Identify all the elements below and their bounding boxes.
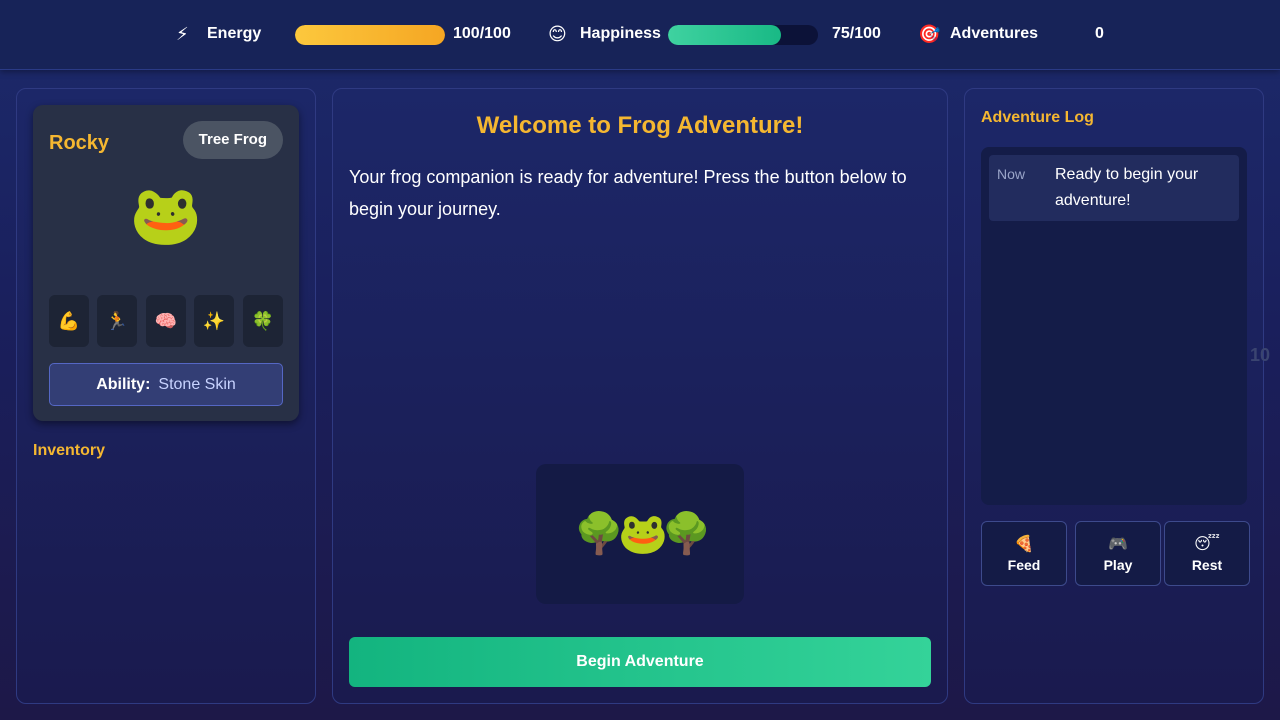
rest-button[interactable]: 😴 Rest: [1164, 521, 1250, 586]
lightning-icon: ⚡: [176, 24, 189, 44]
energy-bar: [295, 25, 445, 45]
strength-icon[interactable]: 💪: [49, 295, 89, 347]
happiness-value: 75/100: [832, 25, 881, 42]
frog-avatar-icon[interactable]: 🐸: [33, 181, 299, 251]
log-entry: Now Ready to begin your adventure!: [989, 155, 1239, 221]
happiness-label: Happiness: [580, 25, 661, 42]
scene-view: 🌳🐸🌳: [536, 464, 744, 604]
ability-box: Ability: Stone Skin: [49, 363, 283, 406]
begin-adventure-button[interactable]: Begin Adventure: [349, 637, 931, 687]
smiley-icon: 😊: [548, 24, 567, 44]
pizza-icon: 🍕: [1014, 536, 1034, 553]
inventory-title: Inventory: [33, 442, 106, 459]
side-indicator: 10: [1250, 345, 1271, 365]
sleeping-icon: 😴: [1194, 536, 1220, 553]
speed-icon[interactable]: 🏃: [97, 295, 137, 347]
feed-label: Feed: [1007, 557, 1041, 573]
play-button[interactable]: 🎮 Play: [1075, 521, 1161, 586]
happiness-bar-fill: [668, 25, 781, 45]
frog-type-badge: Tree Frog: [182, 121, 283, 159]
adventures-count: 0: [1095, 25, 1104, 42]
play-label: Play: [1103, 557, 1133, 573]
luck-icon[interactable]: 🍀: [243, 295, 283, 347]
adventure-log-title: Adventure Log: [981, 109, 1094, 126]
gamepad-icon: 🎮: [1108, 536, 1128, 553]
rest-label: Rest: [1191, 557, 1223, 573]
adventure-log[interactable]: Now Ready to begin your adventure!: [981, 147, 1247, 505]
log-message: Ready to begin your adventure!: [1055, 166, 1199, 209]
stats-bar: ⚡ Energy 100/100 😊 Happiness 75/100 🎯 Ad…: [0, 0, 1280, 70]
log-time: Now: [997, 166, 1026, 182]
energy-label: Energy: [207, 25, 262, 42]
adventure-panel: Welcome to Frog Adventure! Your frog com…: [332, 88, 948, 704]
target-icon: 🎯: [918, 24, 941, 44]
log-panel: Adventure Log Now Ready to begin your ad…: [964, 88, 1264, 704]
magic-icon[interactable]: ✨: [194, 295, 234, 347]
frog-name: Rocky: [49, 132, 110, 154]
happiness-bar: [668, 25, 818, 45]
frog-card: Rocky Tree Frog 🐸 💪 🏃 🧠 ✨ 🍀 Ability: Ston…: [33, 105, 299, 421]
frog-panel: Rocky Tree Frog 🐸 💪 🏃 🧠 ✨ 🍀 Ability: Ston…: [16, 88, 316, 704]
energy-value: 100/100: [453, 25, 511, 42]
ability-label: Ability:: [96, 376, 151, 393]
energy-bar-fill: [295, 25, 445, 45]
feed-button[interactable]: 🍕 Feed: [981, 521, 1067, 586]
adventures-label: Adventures: [950, 25, 1039, 42]
story-text: Your frog companion is ready for adventu…: [349, 167, 907, 219]
page-title: Welcome to Frog Adventure!: [476, 112, 804, 139]
ability-value: Stone Skin: [158, 376, 236, 393]
trait-list: 💪 🏃 🧠 ✨ 🍀: [49, 295, 283, 347]
intelligence-icon[interactable]: 🧠: [146, 295, 186, 347]
